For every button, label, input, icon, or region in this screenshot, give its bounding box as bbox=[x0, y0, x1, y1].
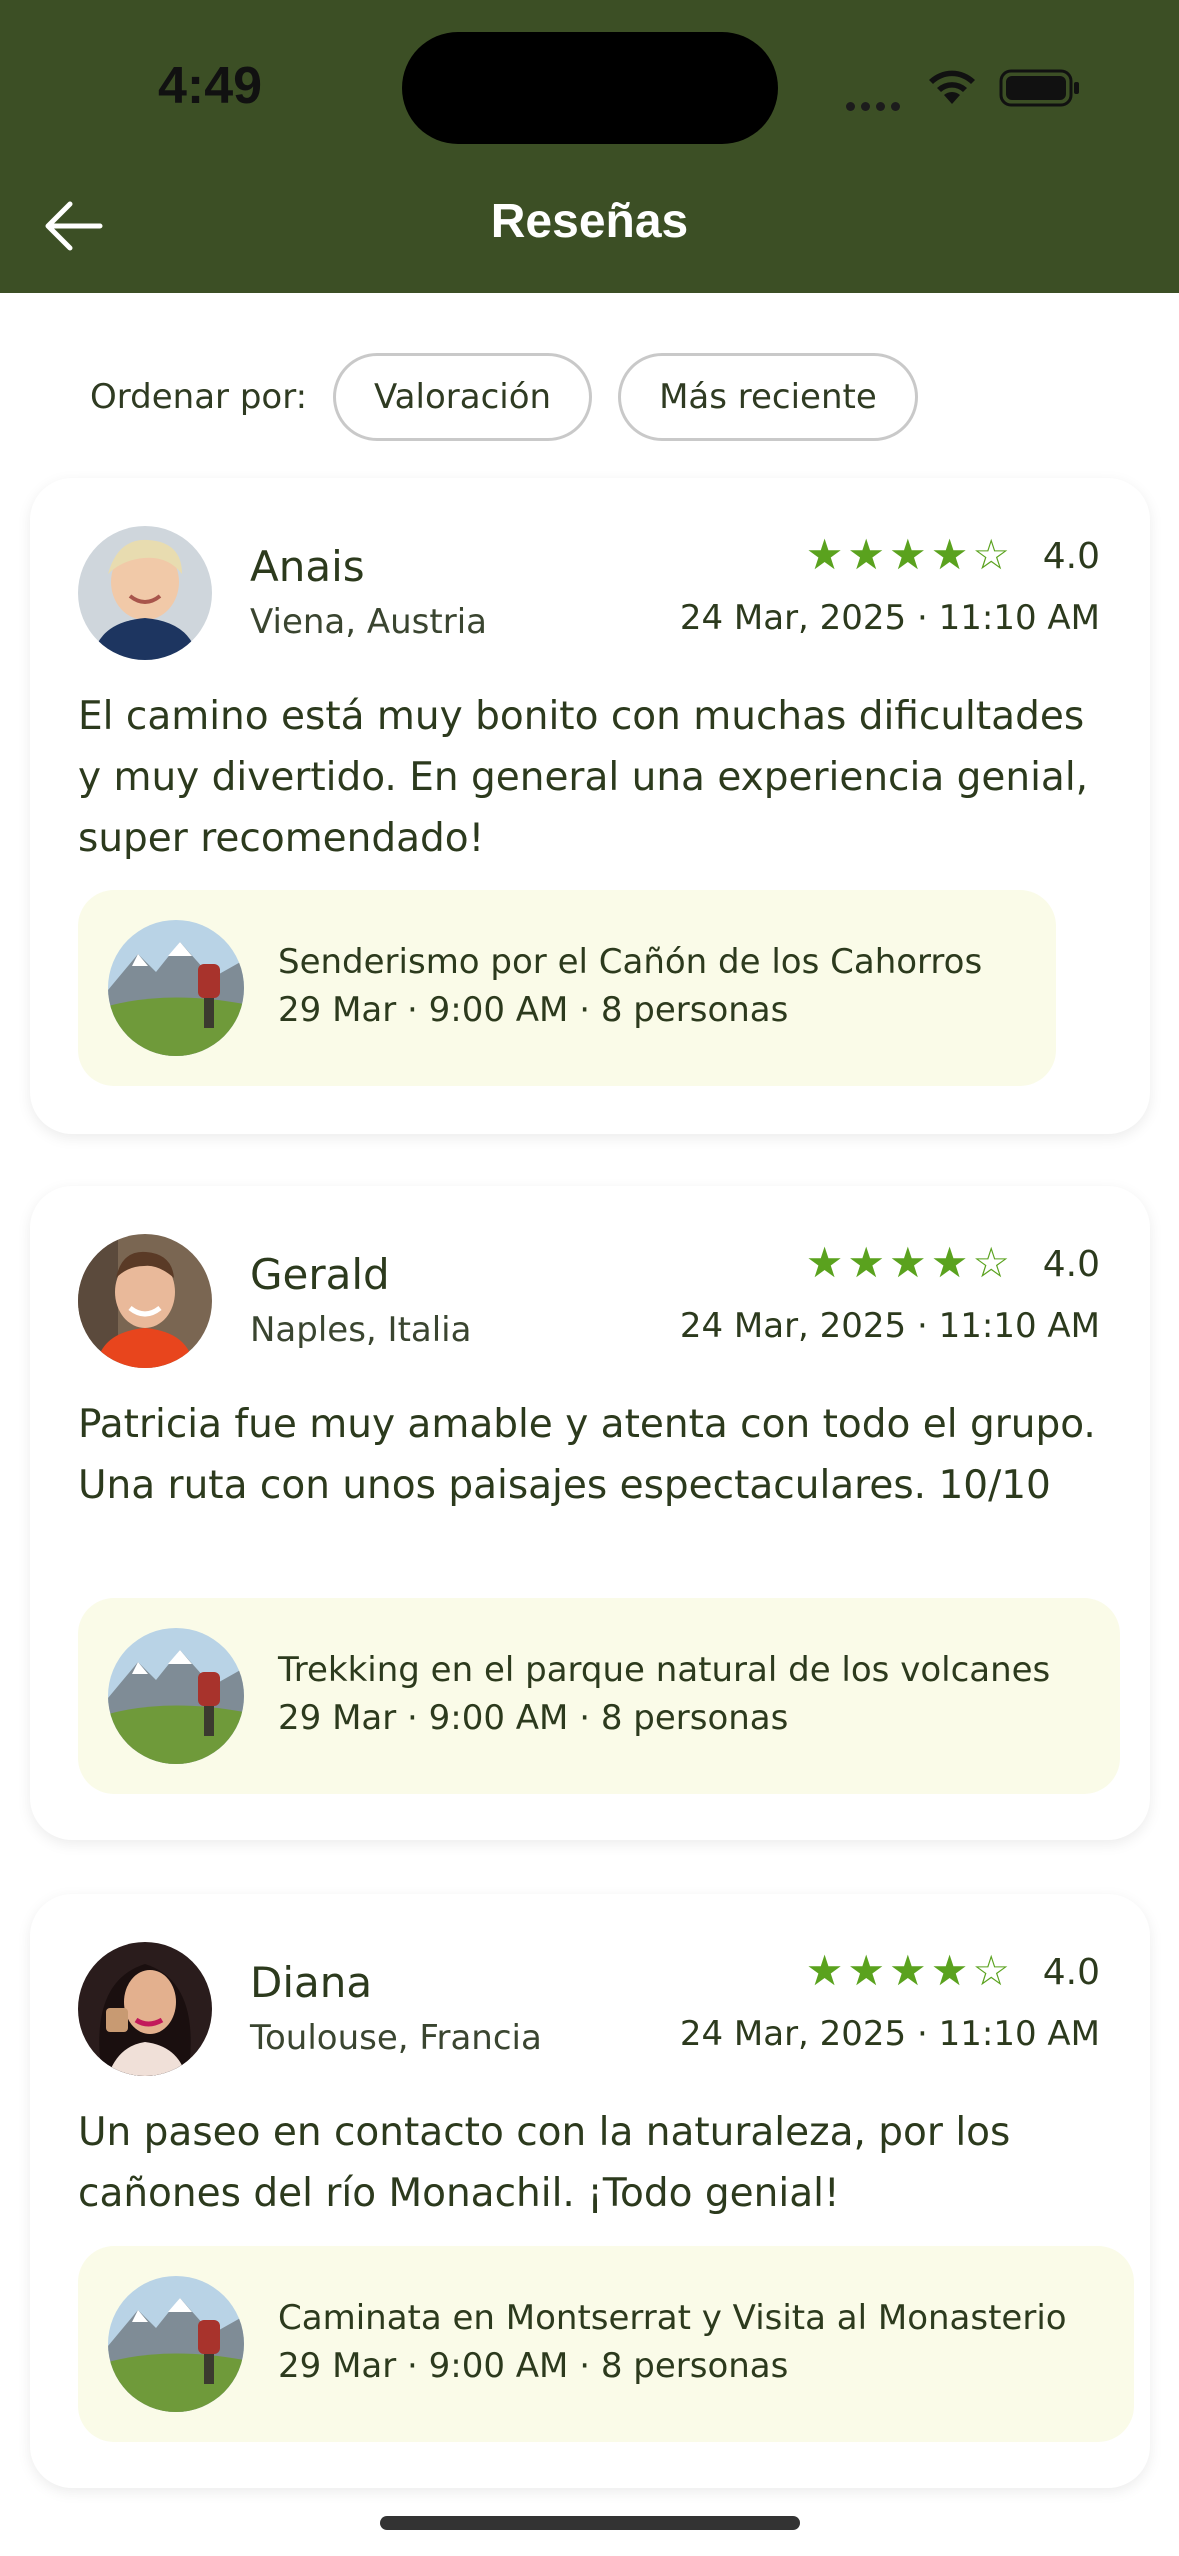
reviewer-location: Naples, Italia bbox=[250, 1310, 472, 1350]
home-indicator[interactable] bbox=[380, 2516, 800, 2530]
avatar bbox=[78, 1942, 212, 2076]
star-filled-icon: ★ bbox=[805, 1946, 848, 1995]
reviewer-name: Gerald bbox=[250, 1250, 390, 1299]
activity-meta: 29 Mar · 9:00 AM · 8 personas bbox=[278, 1698, 789, 1738]
activity-meta: 29 Mar · 9:00 AM · 8 personas bbox=[278, 990, 789, 1030]
cellular-signal-icon bbox=[846, 96, 906, 115]
star-filled-icon: ★ bbox=[847, 1238, 890, 1287]
reviewer-location: Toulouse, Francia bbox=[250, 2018, 542, 2058]
review-text: Un paseo en contacto con la naturaleza, … bbox=[78, 2110, 1011, 2216]
activity-card[interactable]: Trekking en el parque natural de los vol… bbox=[78, 1598, 1120, 1794]
reviewer-name: Diana bbox=[250, 1958, 373, 2007]
activity-meta: 29 Mar · 9:00 AM · 8 personas bbox=[278, 2346, 789, 2386]
star-filled-icon: ★ bbox=[847, 530, 890, 579]
activity-title: Trekking en el parque natural de los vol… bbox=[278, 1650, 1051, 1690]
avatar bbox=[78, 526, 212, 660]
star-filled-icon: ★ bbox=[889, 1946, 931, 1995]
star-filled-icon: ★ bbox=[889, 530, 931, 579]
activity-card[interactable]: Caminata en Montserrat y Visita al Monas… bbox=[78, 2246, 1134, 2442]
star-filled-icon: ★ bbox=[930, 530, 973, 579]
rating-value: 4.0 bbox=[1042, 536, 1100, 577]
page-title: Reseñas bbox=[490, 195, 689, 248]
battery-icon bbox=[999, 69, 1079, 107]
sort-label: Ordenar por: bbox=[90, 377, 308, 417]
activity-thumbnail bbox=[108, 920, 244, 1056]
activity-thumbnail bbox=[108, 2276, 244, 2412]
sort-by-recent-chip[interactable]: Más reciente bbox=[618, 353, 918, 441]
star-empty-icon: ☆ bbox=[972, 1946, 1014, 1995]
star-rating: ★★★★☆ bbox=[806, 530, 1014, 579]
wifi-icon bbox=[929, 70, 975, 104]
activity-card[interactable]: Senderismo por el Cañón de los Cahorros … bbox=[78, 890, 1056, 1086]
star-empty-icon: ☆ bbox=[972, 530, 1014, 579]
sort-by-rating-chip[interactable]: Valoración bbox=[333, 353, 593, 441]
app-header: 4:49 Reseñas bbox=[0, 0, 1179, 293]
star-filled-icon: ★ bbox=[847, 1946, 890, 1995]
star-empty-icon: ☆ bbox=[972, 1238, 1014, 1287]
review-date: 24 Mar, 2025 · 11:10 AM bbox=[679, 2014, 1100, 2054]
review-card: Diana Toulouse, Francia ★★★★☆ 4.0 24 Mar… bbox=[30, 1894, 1150, 2488]
activity-title: Senderismo por el Cañón de los Cahorros bbox=[278, 942, 983, 982]
star-rating: ★★★★☆ bbox=[806, 1946, 1014, 1995]
rating-value: 4.0 bbox=[1042, 1244, 1100, 1285]
star-filled-icon: ★ bbox=[889, 1238, 931, 1287]
review-card: Anais Viena, Austria ★★★★☆ 4.0 24 Mar, 2… bbox=[30, 478, 1150, 1134]
review-date: 24 Mar, 2025 · 11:10 AM bbox=[679, 598, 1100, 638]
activity-title: Caminata en Montserrat y Visita al Monas… bbox=[278, 2298, 1067, 2338]
reviewer-location: Viena, Austria bbox=[250, 602, 487, 642]
star-rating: ★★★★☆ bbox=[806, 1238, 1014, 1287]
star-filled-icon: ★ bbox=[805, 530, 848, 579]
star-filled-icon: ★ bbox=[805, 1238, 848, 1287]
reviewer-name: Anais bbox=[250, 542, 365, 591]
sort-bar: Ordenar por: Valoración Más reciente bbox=[90, 352, 944, 442]
dynamic-island bbox=[402, 32, 778, 144]
star-filled-icon: ★ bbox=[930, 1238, 973, 1287]
activity-thumbnail bbox=[108, 1628, 244, 1764]
review-card: Gerald Naples, Italia ★★★★☆ 4.0 24 Mar, … bbox=[30, 1186, 1150, 1840]
avatar bbox=[78, 1234, 212, 1368]
review-text: El camino está muy bonito con muchas dif… bbox=[78, 694, 1089, 861]
star-filled-icon: ★ bbox=[930, 1946, 973, 1995]
rating-value: 4.0 bbox=[1042, 1952, 1100, 1993]
review-date: 24 Mar, 2025 · 11:10 AM bbox=[679, 1306, 1100, 1346]
status-time: 4:49 bbox=[158, 57, 263, 115]
review-text: Patricia fue muy amable y atenta con tod… bbox=[78, 1402, 1096, 1508]
